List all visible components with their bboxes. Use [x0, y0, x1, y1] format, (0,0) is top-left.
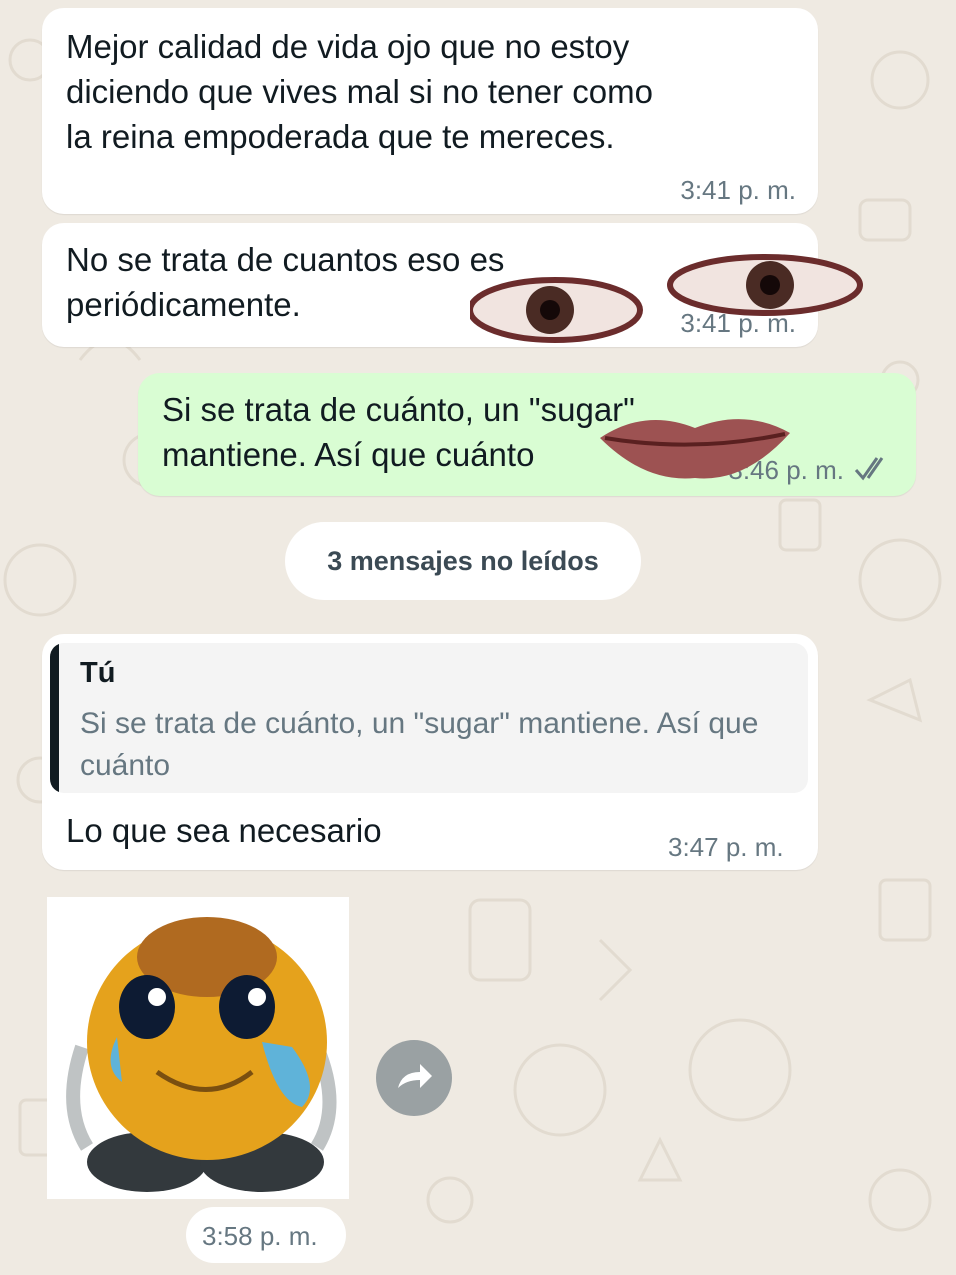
- crying-emoji-sticker: [66, 917, 337, 1192]
- quoted-reply[interactable]: Tú Si se trata de cuánto, un "sugar" man…: [50, 643, 808, 793]
- message-timestamp: 3:58 p. m.: [202, 1221, 318, 1251]
- double-check-icon: [854, 457, 884, 481]
- message-text: Si se trata de cuánto, un "sugar" mantie…: [162, 391, 635, 473]
- message-text: Mejor calidad de vida ojo que no estoy d…: [66, 28, 653, 155]
- outgoing-message-bubble[interactable]: Si se trata de cuánto, un "sugar" mantie…: [138, 373, 916, 496]
- quote-author: Tú: [80, 657, 116, 689]
- unread-messages-separator: 3 mensajes no leídos: [285, 522, 641, 600]
- sticker-message[interactable]: [47, 897, 349, 1199]
- message-timestamp: 3:41 p. m.: [680, 308, 796, 338]
- forward-button[interactable]: [376, 1040, 452, 1116]
- quote-bar: [50, 643, 59, 793]
- sticker-timestamp-pill: 3:58 p. m.: [186, 1207, 346, 1263]
- quote-text: Si se trata de cuánto, un "sugar" mantie…: [80, 707, 759, 782]
- message-timestamp: 3:47 p. m.: [668, 832, 784, 862]
- incoming-message-bubble[interactable]: Mejor calidad de vida ojo que no estoy d…: [42, 8, 818, 214]
- message-text: Lo que sea necesario: [66, 812, 382, 849]
- incoming-message-bubble[interactable]: No se trata de cuantos eso es periódicam…: [42, 223, 818, 347]
- message-timestamp: 3:46 p. m.: [728, 455, 844, 485]
- forward-icon: [398, 1064, 432, 1088]
- message-timestamp: 3:41 p. m.: [680, 175, 796, 205]
